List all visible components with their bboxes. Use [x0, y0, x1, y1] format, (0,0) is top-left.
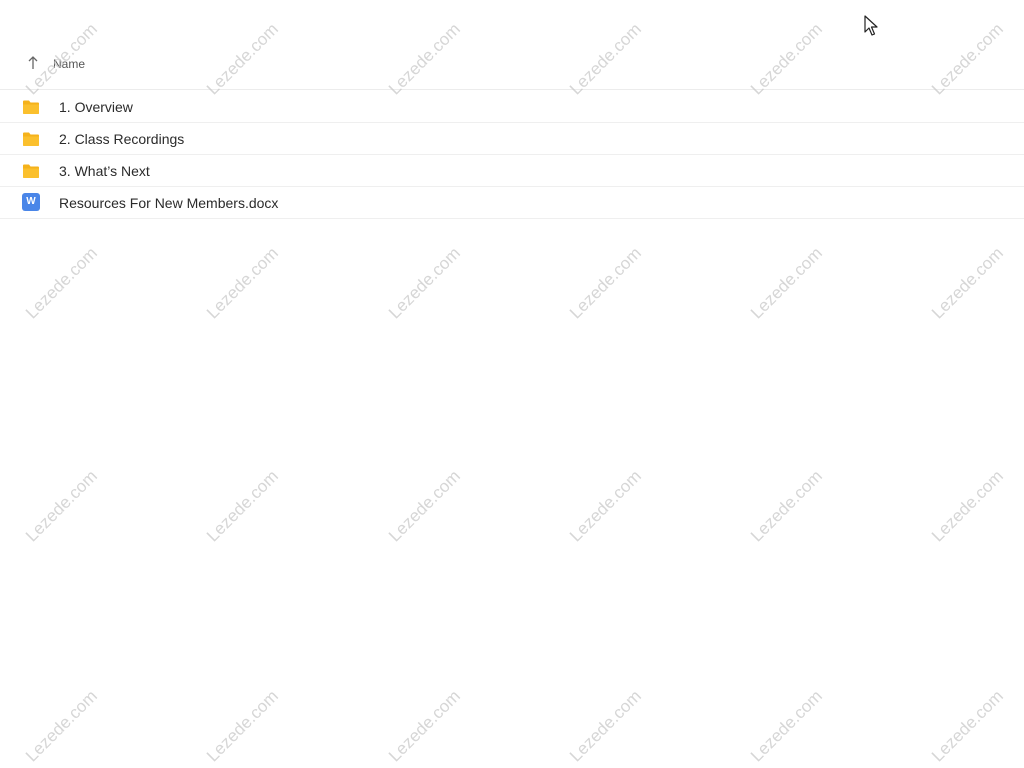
list-item-label: 2. Class Recordings [59, 131, 185, 147]
watermark-text: Lezede.com [928, 466, 1007, 546]
watermark-text: Lezede.com [566, 686, 645, 766]
list-item-folder-whats-next[interactable]: 3. What’s Next [0, 155, 1024, 187]
list-item-folder-class-recordings[interactable]: 2. Class Recordings [0, 123, 1024, 155]
watermark-text: Lezede.com [928, 686, 1007, 766]
watermark-text: Lezede.com [385, 243, 464, 323]
list-item-folder-overview[interactable]: 1. Overview [0, 91, 1024, 123]
watermark-text: Lezede.com [203, 686, 282, 766]
sort-by-name-header[interactable]: Name [53, 57, 85, 71]
word-document-icon: W [22, 193, 40, 211]
list-item-label: 3. What’s Next [59, 163, 150, 179]
watermark-text: Lezede.com [928, 243, 1007, 323]
mouse-cursor-icon [864, 15, 880, 37]
watermark-text: Lezede.com [566, 466, 645, 546]
watermark-text: Lezede.com [385, 466, 464, 546]
folder-icon [22, 130, 40, 148]
watermark-text: Lezede.com [747, 243, 826, 323]
file-list: 1. Overview 2. Class Recordings 3. What’… [0, 91, 1024, 219]
watermark-text: Lezede.com [747, 466, 826, 546]
watermark-text: Lezede.com [747, 686, 826, 766]
watermark-text: Lezede.com [385, 686, 464, 766]
list-header: Name [0, 50, 1024, 90]
watermark-text: Lezede.com [566, 243, 645, 323]
watermark-text: Lezede.com [22, 686, 101, 766]
arrow-up-icon[interactable] [27, 56, 39, 70]
list-item-label: 1. Overview [59, 99, 133, 115]
list-item-file-resources-docx[interactable]: W Resources For New Members.docx [0, 187, 1024, 219]
watermark-text: Lezede.com [203, 466, 282, 546]
watermark-text: Lezede.com [203, 243, 282, 323]
list-item-label: Resources For New Members.docx [59, 195, 279, 211]
watermark-text: Lezede.com [22, 243, 101, 323]
watermark-text: Lezede.com [22, 466, 101, 546]
file-browser: Name 1. Overview 2. Class Recordings 3. … [0, 0, 1024, 768]
folder-icon [22, 162, 40, 180]
folder-icon [22, 98, 40, 116]
